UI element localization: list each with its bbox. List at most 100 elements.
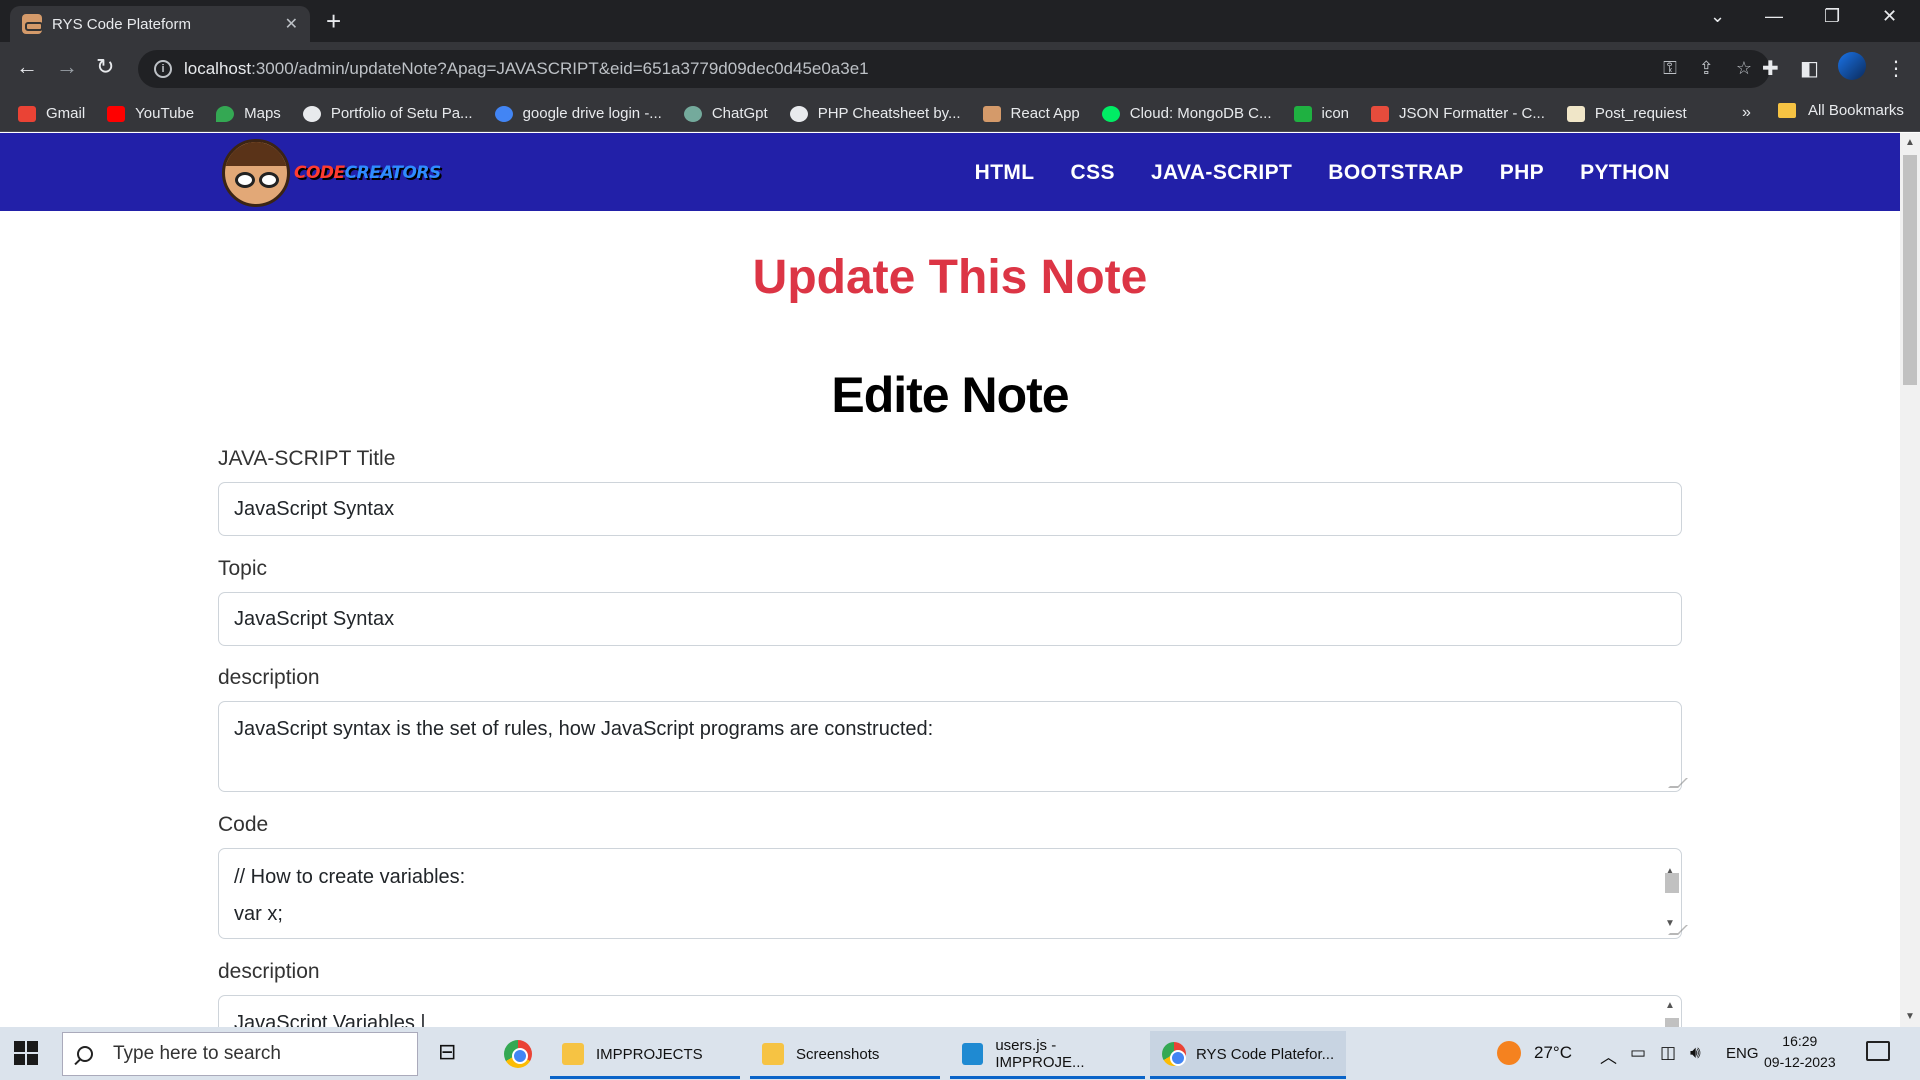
title-label: JAVA-SCRIPT Title (218, 447, 396, 470)
topic-label: Topic (218, 557, 268, 580)
bookmark-php-cheatsheet[interactable]: PHP Cheatsheet by... (789, 105, 961, 122)
all-bookmarks-folder[interactable]: All Bookmarks (1778, 102, 1904, 119)
code-creators-logo[interactable]: CODECREATORS (218, 137, 441, 207)
code-textarea[interactable]: // How to create variables: var x; ▲ ▼ (218, 848, 1688, 939)
battery-icon[interactable]: ▭ (1630, 1043, 1646, 1063)
code-label: Code (218, 813, 269, 836)
page-scroll-thumb[interactable] (1903, 155, 1917, 385)
bookmark-youtube[interactable]: YouTube (107, 105, 194, 122)
mongodb-leaf-icon (1101, 105, 1120, 122)
tab-search-icon[interactable]: ⌄ (1710, 6, 1725, 27)
side-panel-icon[interactable]: ◧ (1800, 56, 1819, 81)
new-tab-button[interactable]: + (326, 8, 341, 34)
resize-handle-icon[interactable] (1668, 778, 1688, 788)
youtube-icon (107, 105, 126, 122)
react-app-icon (982, 105, 1001, 122)
chrome-menu-icon[interactable]: ⋮ (1886, 56, 1906, 81)
gmail-icon (18, 105, 36, 122)
json-formatter-icon (1371, 105, 1390, 122)
extensions-icon[interactable]: ✚ (1762, 56, 1779, 81)
taskbar-vscode[interactable]: users.js - IMPPROJE... (950, 1031, 1145, 1079)
language-indicator[interactable]: ENG (1726, 1045, 1759, 1062)
nav-html[interactable]: HTML (975, 161, 1035, 185)
description-textarea[interactable]: JavaScript syntax is the set of rules, h… (218, 701, 1688, 792)
folder-icon (1778, 103, 1796, 118)
description-text: JavaScript syntax is the set of rules, h… (234, 718, 934, 740)
scroll-up-arrow-icon[interactable]: ▲ (1665, 1000, 1675, 1011)
bookmarks-bar: Gmail YouTube Maps Portfolio of Setu Pa.… (0, 96, 1920, 132)
show-hidden-icons-chevron-icon[interactable]: ︿ (1600, 1043, 1617, 1068)
volume-icon[interactable]: 🔊︎ (1690, 1043, 1701, 1063)
bookmark-gmail[interactable]: Gmail (18, 105, 85, 122)
notification-icon[interactable] (1866, 1041, 1890, 1061)
reload-icon[interactable]: ↻ (96, 54, 114, 80)
description-2-scrollbar[interactable]: ▲ (1663, 1000, 1679, 1028)
page-title: Update This Note (752, 251, 1148, 304)
url-text: localhost:3000/admin/updateNote?Apag=JAV… (184, 59, 869, 78)
bookmark-star-icon[interactable]: ☆ (1736, 58, 1752, 79)
browser-tab-strip: RYS Code Plateform ✕ + ⌄ — ❐ ✕ (0, 0, 1920, 42)
weather-sun-icon[interactable] (1497, 1041, 1521, 1065)
page-scrollbar[interactable]: ▲ ▼ (1900, 133, 1920, 1027)
restore-button[interactable]: ❐ (1824, 6, 1840, 27)
nav-javascript[interactable]: JAVA-SCRIPT (1151, 161, 1292, 185)
browser-tab[interactable]: RYS Code Plateform ✕ (10, 6, 310, 42)
bookmark-post-request[interactable]: Post_requiest (1566, 105, 1687, 122)
title-input[interactable]: JavaScript Syntax (218, 482, 1682, 536)
windows-taskbar: Type here to search ⊟ IMPPROJECTS Screen… (0, 1027, 1920, 1080)
network-icon[interactable]: ◫ (1660, 1043, 1676, 1063)
scroll-up-arrow-icon[interactable]: ▲ (1905, 137, 1915, 148)
clock-time: 16:29 (1782, 1033, 1818, 1049)
taskbar-chrome-window[interactable]: RYS Code Platefor... (1150, 1031, 1346, 1079)
taskbar-impprojects[interactable]: IMPPROJECTS (550, 1031, 740, 1079)
form-title: Edite Note (831, 367, 1069, 423)
topic-input[interactable]: JavaScript Syntax (218, 592, 1682, 646)
bookmark-icon[interactable]: icon (1293, 105, 1349, 122)
code-scrollbar[interactable]: ▲ ▼ (1663, 853, 1679, 937)
site-navbar: CODECREATORS HTML CSS JAVA-SCRIPT BOOTST… (0, 133, 1900, 211)
clock-date: 09-12-2023 (1764, 1054, 1836, 1070)
maps-icon (216, 105, 235, 122)
profile-avatar[interactable] (1838, 52, 1866, 80)
nav-php[interactable]: PHP (1500, 161, 1544, 185)
logo-text: CODECREATORS (294, 163, 441, 183)
bookmark-google-drive[interactable]: google drive login -... (494, 105, 662, 122)
close-window-button[interactable]: ✕ (1882, 6, 1897, 27)
description-label: description (218, 666, 320, 689)
search-placeholder: Type here to search (113, 1043, 281, 1064)
scroll-down-arrow-icon[interactable]: ▼ (1905, 1011, 1915, 1022)
key-icon[interactable]: ⚿ (1663, 58, 1677, 79)
task-view-icon[interactable]: ⊟ (438, 1039, 456, 1065)
back-arrow-icon[interactable]: ← (16, 54, 38, 80)
chatgpt-icon (683, 105, 702, 122)
bookmark-mongodb[interactable]: Cloud: MongoDB C... (1101, 105, 1272, 122)
taskbar-search-box[interactable]: Type here to search (62, 1032, 418, 1076)
minimize-button[interactable]: — (1765, 6, 1783, 27)
share-icon[interactable]: ⇪ (1699, 58, 1714, 79)
bookmark-maps[interactable]: Maps (216, 105, 281, 122)
bookmark-json-formatter[interactable]: JSON Formatter - C... (1371, 105, 1545, 122)
code-line: // How to create variables: (234, 866, 466, 888)
nav-css[interactable]: CSS (1071, 161, 1115, 185)
taskbar-clock[interactable]: 16:29 09-12-2023 (1764, 1031, 1836, 1073)
chrome-icon (504, 1040, 532, 1068)
close-tab-icon[interactable]: ✕ (285, 14, 298, 34)
temperature[interactable]: 27°C (1534, 1043, 1572, 1063)
bookmark-react-app[interactable]: React App (982, 105, 1080, 122)
scroll-down-arrow-icon[interactable]: ▼ (1665, 905, 1675, 942)
bookmark-chatgpt[interactable]: ChatGpt (683, 105, 768, 122)
windows-start-icon[interactable] (14, 1041, 38, 1065)
nav-bootstrap[interactable]: BOOTSTRAP (1328, 161, 1463, 185)
scroll-thumb[interactable] (1665, 873, 1679, 893)
taskbar-chrome[interactable] (492, 1031, 532, 1077)
address-bar[interactable]: i localhost:3000/admin/updateNote?Apag=J… (138, 50, 1770, 88)
folder-icon (562, 1043, 584, 1065)
vscode-icon (962, 1043, 984, 1065)
bookmark-portfolio[interactable]: Portfolio of Setu Pa... (302, 105, 473, 122)
taskbar-screenshots[interactable]: Screenshots (750, 1031, 940, 1079)
nav-python[interactable]: PYTHON (1580, 161, 1670, 185)
site-info-icon[interactable]: i (154, 60, 172, 78)
forward-arrow-icon[interactable]: → (56, 54, 78, 80)
browser-toolbar: ← → ↻ i localhost:3000/admin/updateNote?… (0, 42, 1920, 96)
more-bookmarks-chevron-icon[interactable]: » (1742, 104, 1751, 122)
